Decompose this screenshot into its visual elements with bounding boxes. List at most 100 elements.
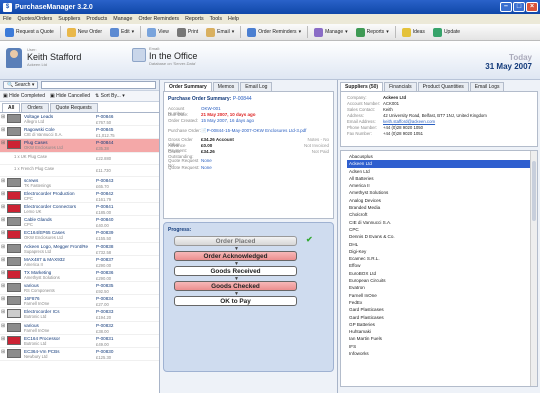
- menu-item-file[interactable]: File: [3, 16, 12, 22]
- supplier-list-item[interactable]: Digi-Key: [347, 248, 537, 255]
- order-row[interactable]: ⊞ TX Marketing Amethyst Solutions P-00836 £2…: [0, 269, 159, 283]
- order-text: TX Marketing Amethyst Solutions: [24, 270, 60, 280]
- order-row[interactable]: ⊞ Cable Glands CPC P-00840 £40.00: [0, 216, 159, 230]
- toolbar-update-button[interactable]: Update: [431, 27, 462, 38]
- menu-item-products[interactable]: Products: [86, 16, 107, 22]
- supplier-list-item[interactable]: Dennis D Evans & Co.: [347, 233, 537, 240]
- toolbar-new-order-button[interactable]: New Order: [65, 27, 104, 38]
- toolbar-email-button[interactable]: Email ▾: [204, 27, 236, 38]
- toolbar-edit-button[interactable]: Edit ▾: [108, 27, 136, 38]
- supplier-list-item[interactable]: Ackeen Ltd: [347, 160, 537, 168]
- toolbar-print-button[interactable]: Print: [175, 27, 200, 38]
- close-button[interactable]: ×: [526, 2, 538, 12]
- stage-order-placed-button[interactable]: Order Placed: [174, 236, 297, 246]
- order-row[interactable]: ⊞ Ragowski Cole CIE di Vannucci S.A. P-0084…: [0, 126, 159, 140]
- hide-completed-toggle[interactable]: ▣ Hide Completed: [3, 93, 45, 99]
- menu-item-reports[interactable]: Reports: [185, 16, 204, 22]
- supplier-list-item[interactable]: Gard Plasticases: [347, 314, 537, 321]
- menu-item-manage[interactable]: Manage: [113, 16, 132, 22]
- supplier-list-item[interactable]: CIE di Vannucci S.A.: [347, 219, 537, 226]
- tab-memos[interactable]: Memos: [212, 82, 240, 91]
- menu-item-help[interactable]: Help: [228, 16, 239, 22]
- field-value[interactable]: 15 May 2007, 16 days ago: [201, 118, 254, 124]
- supplier-list-item[interactable]: Cholcroft: [347, 211, 537, 218]
- menu-item-quotes-orders[interactable]: Quotes/Orders: [18, 16, 53, 22]
- toolbar-reports-button[interactable]: Reports ▾: [354, 27, 391, 38]
- menu-item-order-reminders[interactable]: Order Reminders: [138, 16, 179, 22]
- field-value[interactable]: P-00844-15-May-2007-OKW Enclosures Ltd-3…: [207, 128, 307, 134]
- supplier-list-item[interactable]: IFS: [347, 343, 537, 350]
- order-line-item[interactable]: 1 x UK Plug Case £22.880: [0, 153, 159, 165]
- maximize-button[interactable]: □: [513, 2, 525, 12]
- supplier-list-item[interactable]: GP Batteries: [347, 321, 537, 328]
- order-row[interactable]: ⊞ Ackeen Logo, Megger Front/Re Supaprecs L…: [0, 243, 159, 256]
- tab-email-logs[interactable]: Email Logs: [469, 82, 505, 91]
- toolbar-manage-button[interactable]: Manage ▾: [312, 27, 350, 38]
- stage-order-acknowledged-button[interactable]: Order Acknowledged: [174, 251, 297, 261]
- tab-financials[interactable]: Financials: [384, 82, 417, 91]
- search-button[interactable]: 🔍 Search ▾: [3, 81, 39, 89]
- toolbar-ideas-button[interactable]: Ideas: [400, 27, 427, 38]
- minimize-button[interactable]: –: [500, 2, 512, 12]
- supplier-list-scrollbar[interactable]: [530, 151, 537, 386]
- supplier-list-item[interactable]: Analog Devices: [347, 197, 537, 204]
- supplier-list-item[interactable]: America II: [347, 182, 537, 189]
- stage-goods-checked-button[interactable]: Goods Checked: [174, 281, 297, 291]
- supplier-list-item[interactable]: Adsen Ltd: [347, 168, 537, 175]
- supplier-list-item[interactable]: Branded Media: [347, 204, 537, 211]
- supplier-list-item[interactable]: EuroBOX Ltd: [347, 270, 537, 277]
- supplier-list-item[interactable]: Evatron: [347, 284, 537, 291]
- supplier-list-item[interactable]: Abacusplus: [347, 153, 537, 160]
- order-row[interactable]: ⊞ EC364-Vm PCBs Newbury Ltd P-00830 £125.30: [0, 348, 159, 362]
- order-row[interactable]: ⊞ various RS Components P-00835 £92.50: [0, 282, 159, 296]
- tab-product-quantities[interactable]: Product Quantities: [417, 82, 469, 91]
- summary-po[interactable]: P-00844: [233, 96, 252, 102]
- supplier-list-item[interactable]: Amethyst Solutions: [347, 189, 537, 196]
- stage-ok-to-pay-button[interactable]: OK to Pay: [174, 296, 297, 306]
- menu-item-suppliers[interactable]: Suppliers: [58, 16, 80, 22]
- toolbar-view-button[interactable]: View: [145, 27, 171, 38]
- supplier-list-item[interactable]: DHL: [347, 241, 537, 248]
- supplier-details: Company: Ackeen Ltd Account Number: ACK001 S…: [340, 91, 538, 147]
- order-row[interactable]: ⊞ 16F876 Farnell InOne P-00834 £27.00: [0, 295, 159, 309]
- order-row[interactable]: ⊞ various Farnell InOne P-00832 £38.00: [0, 322, 159, 335]
- search-input[interactable]: [41, 81, 156, 89]
- order-row[interactable]: ⊞ screws TK Fastenings P-00843 £65.70: [0, 177, 159, 190]
- order-row[interactable]: ⊞ Plug Cases OKW Enclosures Ltd P-00844 £35.…: [0, 139, 159, 153]
- order-thumbnail: [7, 349, 21, 358]
- tab-all[interactable]: All: [2, 103, 21, 112]
- tab-quote-requests[interactable]: Quote Requests: [49, 103, 98, 112]
- toolbar-order-reminders-button[interactable]: Order Reminders ▾: [245, 27, 303, 38]
- supplier-list-item[interactable]: Farnell InOne: [347, 292, 537, 299]
- order-row[interactable]: ⊞ Electrocorder ICs Butronic Ltd P-00833 £19…: [0, 308, 159, 322]
- hide-cancelled-toggle[interactable]: ▣ Hide Cancelled: [50, 93, 90, 99]
- toolbar-request-a-quote-button[interactable]: Request a Quote: [3, 27, 56, 38]
- supplier-list-item[interactable]: European Circuits: [347, 277, 537, 284]
- supplier-list-item[interactable]: Gard Plasticases: [347, 306, 537, 313]
- supplier-list-item[interactable]: Effow: [347, 262, 537, 269]
- toolbar-label: View: [158, 29, 169, 35]
- supplier-list-item[interactable]: Huhtamaki: [347, 328, 537, 335]
- supplier-list-item[interactable]: Ecamec S.R.L.: [347, 255, 537, 262]
- order-row[interactable]: ⊞ EC164 Processor Butronic Ltd P-00831 £49.0…: [0, 335, 159, 348]
- order-row[interactable]: ⊞ Electrocorder Production CPC P-00842 £161.…: [0, 190, 159, 203]
- sort-by-button[interactable]: ⇅ Sort By... ▾: [95, 93, 125, 99]
- order-row[interactable]: ⊞ EC164/EP65 Cases OKW Enclosures Ltd P-008…: [0, 229, 159, 243]
- email-folder[interactable]: In the Office: [149, 51, 197, 61]
- order-row[interactable]: ⊞ MAX487 & MAX932 America II P-00837 £290.00: [0, 256, 159, 269]
- supplier-list-item[interactable]: FedEx: [347, 299, 537, 306]
- tab-email-log[interactable]: Email Log: [240, 82, 273, 91]
- order-line-item[interactable]: 1 x French Plug Case £11.730: [0, 165, 159, 177]
- tab-suppliers-[interactable]: Suppliers (50): [340, 82, 384, 91]
- supplier-list-item[interactable]: Ian Martin Fuels: [347, 335, 537, 342]
- field-value[interactable]: None: [201, 165, 212, 171]
- menu-item-tools[interactable]: Tools: [210, 16, 222, 22]
- stage-goods-received-button[interactable]: Goods Received: [174, 266, 297, 276]
- tab-order-summary[interactable]: Order Summary: [164, 82, 212, 91]
- order-row[interactable]: ⊞ Voltage Leads Allegro Ltd P-00846 £767.50: [0, 113, 159, 127]
- order-row[interactable]: ⊞ Electrocorder Connectors Lemo UK P-00841 £…: [0, 203, 159, 217]
- supplier-list-item[interactable]: All Batteries: [347, 175, 537, 182]
- supplier-list-item[interactable]: Infoworks: [347, 350, 537, 357]
- tab-orders[interactable]: Orders: [21, 103, 49, 112]
- supplier-list-item[interactable]: CPC: [347, 226, 537, 233]
